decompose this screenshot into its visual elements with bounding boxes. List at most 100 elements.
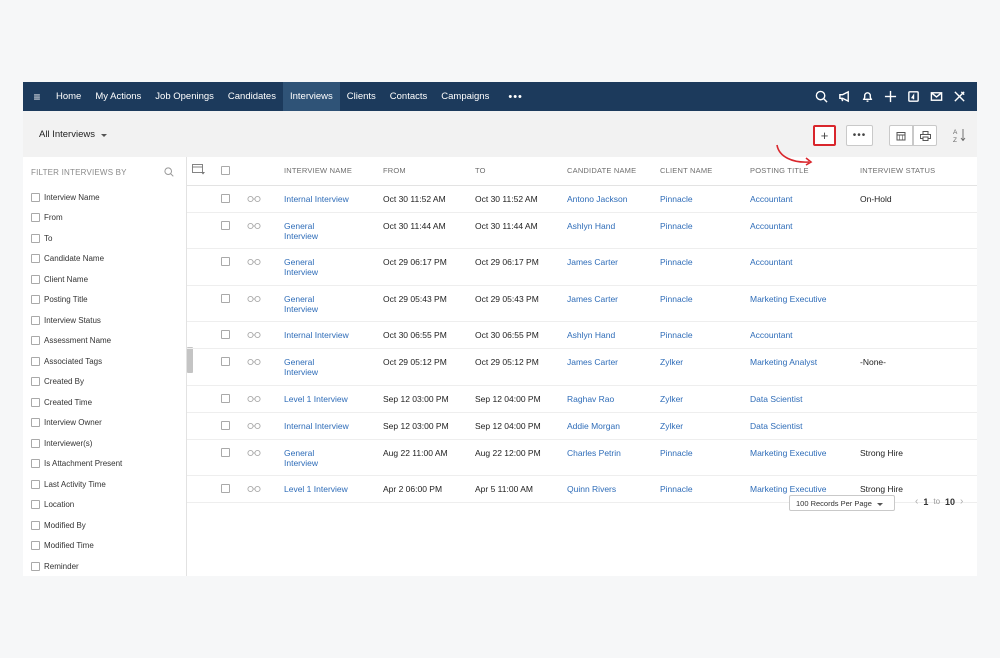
cell-name[interactable]: Internal Interview bbox=[284, 321, 383, 349]
cell-posting[interactable]: Marketing Executive bbox=[750, 285, 860, 322]
cell-client[interactable]: Pinnacle bbox=[660, 185, 750, 213]
filter-checkbox[interactable] bbox=[31, 377, 40, 387]
bell-icon[interactable] bbox=[856, 82, 879, 111]
table-row[interactable]: General Interview Oct 30 11:44 AM Oct 30 1… bbox=[187, 212, 977, 249]
glasses-preview-icon[interactable] bbox=[247, 357, 261, 366]
filter-checkbox[interactable] bbox=[31, 356, 40, 366]
cell-candidate[interactable]: James Carter bbox=[567, 285, 660, 322]
filter-item-created-by[interactable]: Created By bbox=[23, 372, 186, 393]
filter-item-reminder[interactable]: Reminder bbox=[23, 556, 186, 576]
filter-item-posting-title[interactable]: Posting Title bbox=[23, 290, 186, 311]
filter-item-to[interactable]: To bbox=[23, 228, 186, 249]
nav-item-job-openings[interactable]: Job Openings bbox=[148, 82, 221, 111]
cell-client[interactable]: Pinnacle bbox=[660, 248, 750, 286]
row-checkbox[interactable] bbox=[221, 220, 230, 230]
cell-candidate[interactable]: Antono Jackson bbox=[567, 185, 660, 213]
plus-icon[interactable] bbox=[879, 82, 902, 111]
filter-checkbox[interactable] bbox=[31, 438, 40, 448]
filter-checkbox[interactable] bbox=[31, 541, 40, 551]
cell-candidate[interactable]: James Carter bbox=[567, 248, 660, 286]
row-checkbox-cell[interactable] bbox=[221, 248, 247, 286]
row-checkbox[interactable] bbox=[221, 330, 230, 339]
glasses-preview-icon[interactable] bbox=[247, 394, 261, 403]
row-checkbox[interactable] bbox=[221, 447, 230, 457]
column-header-client-name[interactable]: CLIENT NAME bbox=[660, 157, 750, 186]
cell-candidate[interactable]: Ashlyn Hand bbox=[567, 321, 660, 349]
column-header-to[interactable]: TO bbox=[475, 157, 567, 186]
cell-client[interactable]: Pinnacle bbox=[660, 439, 750, 476]
cell-client[interactable]: Zylker bbox=[660, 412, 750, 440]
hamburger-menu-icon[interactable]: ≡ bbox=[25, 90, 49, 104]
calendar-icon[interactable] bbox=[902, 82, 925, 111]
tools-icon[interactable] bbox=[948, 82, 971, 111]
cell-client[interactable]: Zylker bbox=[660, 348, 750, 386]
filter-checkbox[interactable] bbox=[31, 254, 40, 264]
cell-candidate[interactable]: Raghav Rao bbox=[567, 385, 660, 413]
table-row[interactable]: Internal Interview Sep 12 03:00 PM Sep 12 … bbox=[187, 412, 977, 440]
cell-posting[interactable]: Accountant bbox=[750, 185, 860, 213]
nav-item-home[interactable]: Home bbox=[49, 82, 88, 111]
cell-candidate[interactable]: Charles Petrin bbox=[567, 439, 660, 476]
cell-name[interactable]: Internal Interview bbox=[284, 412, 383, 440]
filter-checkbox[interactable] bbox=[31, 233, 40, 243]
column-settings-icon[interactable] bbox=[192, 164, 205, 175]
filter-checkbox[interactable] bbox=[31, 274, 40, 284]
cell-posting[interactable]: Accountant bbox=[750, 321, 860, 349]
row-checkbox-cell[interactable] bbox=[221, 385, 247, 413]
filter-checkbox[interactable] bbox=[31, 520, 40, 530]
filter-item-interview-name[interactable]: Interview Name bbox=[23, 187, 186, 208]
row-checkbox[interactable] bbox=[221, 193, 230, 203]
glasses-preview-icon[interactable] bbox=[247, 221, 261, 230]
nav-item-contacts[interactable]: Contacts bbox=[383, 82, 435, 111]
mail-icon[interactable] bbox=[925, 82, 948, 111]
row-preview-cell[interactable] bbox=[247, 412, 284, 440]
table-row[interactable]: Internal Interview Oct 30 06:55 PM Oct 30 … bbox=[187, 321, 977, 349]
filter-checkbox[interactable] bbox=[31, 479, 40, 489]
nav-item-my-actions[interactable]: My Actions bbox=[88, 82, 148, 111]
row-preview-cell[interactable] bbox=[247, 385, 284, 413]
cell-name[interactable]: General Interview bbox=[284, 439, 383, 476]
row-preview-cell[interactable] bbox=[247, 248, 284, 286]
filter-checkbox[interactable] bbox=[31, 315, 40, 325]
row-checkbox-cell[interactable] bbox=[221, 321, 247, 349]
more-actions-button[interactable]: ••• bbox=[846, 125, 873, 146]
filter-item-client-name[interactable]: Client Name bbox=[23, 269, 186, 290]
nav-item-campaigns[interactable]: Campaigns bbox=[434, 82, 496, 111]
nav-item-interviews[interactable]: Interviews bbox=[282, 82, 340, 111]
megaphone-icon[interactable] bbox=[833, 82, 856, 111]
filter-checkbox[interactable] bbox=[31, 500, 40, 510]
column-header-interview-name[interactable]: INTERVIEW NAME bbox=[284, 157, 383, 186]
column-header-from[interactable]: FROM bbox=[383, 157, 475, 186]
table-row[interactable]: General Interview Aug 22 11:00 AM Aug 22 1… bbox=[187, 439, 977, 476]
row-preview-cell[interactable] bbox=[247, 321, 284, 349]
calendar-view-button[interactable] bbox=[889, 125, 913, 146]
filter-item-assessment-name[interactable]: Assessment Name bbox=[23, 331, 186, 352]
search-icon[interactable] bbox=[164, 167, 174, 177]
filter-checkbox[interactable] bbox=[31, 336, 40, 346]
print-button[interactable] bbox=[913, 125, 937, 146]
records-per-page-select[interactable]: 100 Records Per Page bbox=[789, 495, 895, 511]
filter-checkbox[interactable] bbox=[31, 295, 40, 305]
glasses-preview-icon[interactable] bbox=[247, 448, 261, 457]
filter-item-modified-time[interactable]: Modified Time bbox=[23, 536, 186, 557]
cell-posting[interactable]: Data Scientist bbox=[750, 412, 860, 440]
nav-more-button[interactable]: ••• bbox=[496, 82, 535, 111]
row-preview-cell[interactable] bbox=[247, 185, 284, 213]
prev-page-icon[interactable]: ‹ bbox=[915, 496, 918, 507]
select-all-checkbox[interactable] bbox=[221, 166, 230, 176]
column-header-posting-title[interactable]: POSTING TITLE bbox=[750, 157, 860, 186]
cell-posting[interactable]: Data Scientist bbox=[750, 385, 860, 413]
cell-posting[interactable]: Accountant bbox=[750, 248, 860, 286]
row-checkbox[interactable] bbox=[221, 420, 230, 430]
sort-az-icon[interactable]: A Z bbox=[952, 127, 968, 143]
cell-candidate[interactable]: Ashlyn Hand bbox=[567, 212, 660, 249]
filter-item-interview-owner[interactable]: Interview Owner bbox=[23, 413, 186, 434]
cell-candidate[interactable]: James Carter bbox=[567, 348, 660, 386]
row-preview-cell[interactable] bbox=[247, 285, 284, 322]
add-interview-button[interactable]: + bbox=[813, 125, 836, 146]
filter-checkbox[interactable] bbox=[31, 561, 40, 571]
table-row[interactable]: General Interview Oct 29 05:43 PM Oct 29 0… bbox=[187, 285, 977, 322]
glasses-preview-icon[interactable] bbox=[247, 330, 261, 339]
filter-item-associated-tags[interactable]: Associated Tags bbox=[23, 351, 186, 372]
filter-item-interviewer-s[interactable]: Interviewer(s) bbox=[23, 433, 186, 454]
